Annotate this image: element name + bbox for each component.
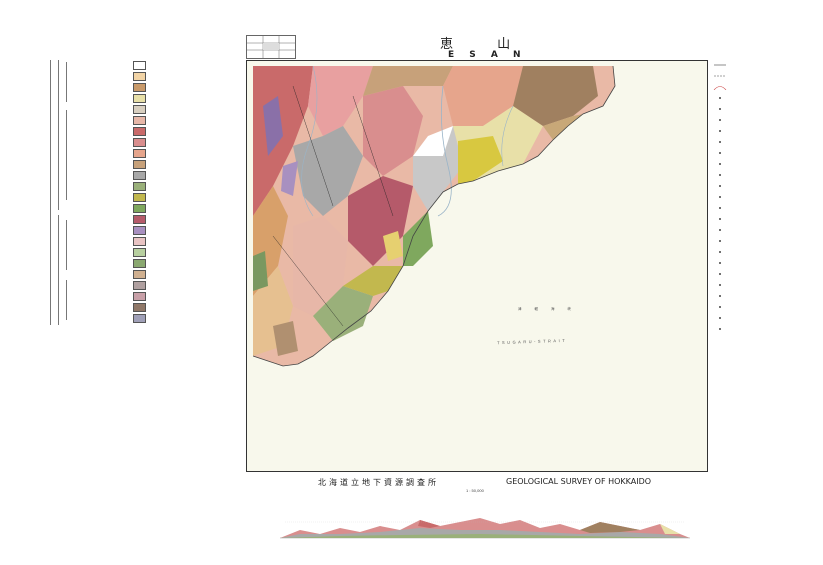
legend-swatch bbox=[133, 61, 146, 70]
symbol-legend-row bbox=[713, 258, 813, 269]
map-title-roman: E S A N bbox=[448, 50, 527, 60]
survey-name-japanese: 北海道立地下資源調査所 bbox=[318, 478, 439, 487]
symbol-legend-row bbox=[713, 269, 813, 280]
map-symbol-icon bbox=[719, 229, 721, 231]
legend-row bbox=[76, 313, 246, 325]
map-symbol-icon bbox=[719, 284, 721, 286]
symbol-legend-row bbox=[713, 214, 813, 225]
map-symbol-icon bbox=[719, 251, 721, 253]
map-symbol-icon bbox=[719, 163, 721, 165]
map-symbol-icon bbox=[719, 317, 721, 319]
legend-swatch bbox=[133, 138, 146, 147]
legend-swatch bbox=[133, 83, 146, 92]
legend-swatch bbox=[133, 105, 146, 114]
map-symbol-icon bbox=[713, 86, 727, 90]
symbol-legend-row bbox=[713, 71, 813, 82]
geologic-map-area[interactable] bbox=[253, 66, 703, 466]
map-symbol-icon bbox=[719, 97, 721, 99]
symbol-legend-row bbox=[713, 302, 813, 313]
symbol-legend-row bbox=[713, 291, 813, 302]
legend-swatch bbox=[133, 281, 146, 290]
symbol-legend-row bbox=[713, 181, 813, 192]
legend-swatch bbox=[133, 149, 146, 158]
period-bracket-holocene bbox=[66, 62, 67, 102]
era-bracket-cenozoic bbox=[50, 60, 51, 325]
legend-swatch bbox=[133, 116, 146, 125]
map-symbol-icon bbox=[719, 108, 721, 110]
map-scale: 1 : 50,000 bbox=[466, 488, 484, 493]
map-symbol-icon bbox=[719, 262, 721, 264]
legend-swatch bbox=[133, 204, 146, 213]
symbol-legend-row bbox=[713, 313, 813, 324]
map-symbol-icon bbox=[719, 174, 721, 176]
symbol-legend-row bbox=[713, 324, 813, 335]
symbol-legend-row bbox=[713, 82, 813, 93]
sheet-index-box bbox=[246, 35, 296, 59]
map-symbol-icon bbox=[719, 152, 721, 154]
map-symbol-icon bbox=[719, 218, 721, 220]
map-symbol-icon bbox=[719, 295, 721, 297]
legend-swatch bbox=[133, 215, 146, 224]
legend-swatch bbox=[133, 127, 146, 136]
period-bracket-pleistocene bbox=[66, 110, 67, 200]
legend-swatch bbox=[133, 303, 146, 312]
period-bracket-pliocene bbox=[66, 220, 67, 270]
symbol-legend-row bbox=[713, 225, 813, 236]
symbol-legend-row bbox=[713, 104, 813, 115]
symbol-legend-row bbox=[713, 203, 813, 214]
period-bracket-miocene bbox=[66, 280, 67, 320]
legend-swatch bbox=[133, 292, 146, 301]
legend-swatch bbox=[133, 94, 146, 103]
map-symbol-icon bbox=[719, 273, 721, 275]
symbol-legend-row bbox=[713, 137, 813, 148]
symbol-legend-row bbox=[713, 60, 813, 71]
era-bracket-quaternary bbox=[58, 60, 59, 210]
geologic-cross-section bbox=[280, 500, 690, 550]
symbol-legend-row bbox=[713, 115, 813, 126]
symbol-legend-row bbox=[713, 126, 813, 137]
geologic-map-svg bbox=[253, 66, 703, 466]
map-symbol-icon bbox=[719, 328, 721, 330]
legend-swatch bbox=[133, 226, 146, 235]
map-symbol-icon bbox=[719, 185, 721, 187]
legend-swatch bbox=[133, 182, 146, 191]
legend-swatch bbox=[133, 160, 146, 169]
map-symbol-icon bbox=[719, 240, 721, 242]
symbol-legend-row bbox=[713, 159, 813, 170]
symbol-legend-row bbox=[713, 170, 813, 181]
map-symbol-icon bbox=[714, 64, 726, 66]
symbol-legend-row bbox=[713, 236, 813, 247]
legend-swatch bbox=[133, 193, 146, 202]
symbol-legend-row bbox=[713, 280, 813, 291]
geological-map-sheet: 恵 山 E S A N 津 軽 海 峡 TSUGARU-STRAIT 北海道立地… bbox=[0, 0, 823, 565]
legend-swatch bbox=[133, 270, 146, 279]
symbol-legend-row bbox=[713, 148, 813, 159]
symbol-legend-row bbox=[713, 93, 813, 104]
era-bracket-tertiary bbox=[58, 215, 59, 325]
symbol-legend-row bbox=[713, 192, 813, 203]
map-symbol-icon bbox=[719, 141, 721, 143]
legend-swatch bbox=[133, 171, 146, 180]
legend-swatch bbox=[133, 248, 146, 257]
map-symbol-icon bbox=[719, 119, 721, 121]
sea-label: 津 軽 海 峡 bbox=[518, 307, 577, 311]
legend-swatch bbox=[133, 314, 146, 323]
legend-swatch bbox=[133, 72, 146, 81]
map-symbol-icon bbox=[714, 75, 726, 77]
map-symbol-icon bbox=[719, 196, 721, 198]
legend-swatch bbox=[133, 237, 146, 246]
map-symbol-icon bbox=[719, 306, 721, 308]
cross-section-svg bbox=[280, 518, 690, 539]
sheet-index-grid bbox=[247, 36, 295, 58]
survey-name-english: GEOLOGICAL SURVEY OF HOKKAIDO bbox=[506, 477, 652, 486]
symbol-legend-row bbox=[713, 247, 813, 258]
map-symbol-icon bbox=[719, 130, 721, 132]
map-symbol-icon bbox=[719, 207, 721, 209]
legend-swatch bbox=[133, 259, 146, 268]
